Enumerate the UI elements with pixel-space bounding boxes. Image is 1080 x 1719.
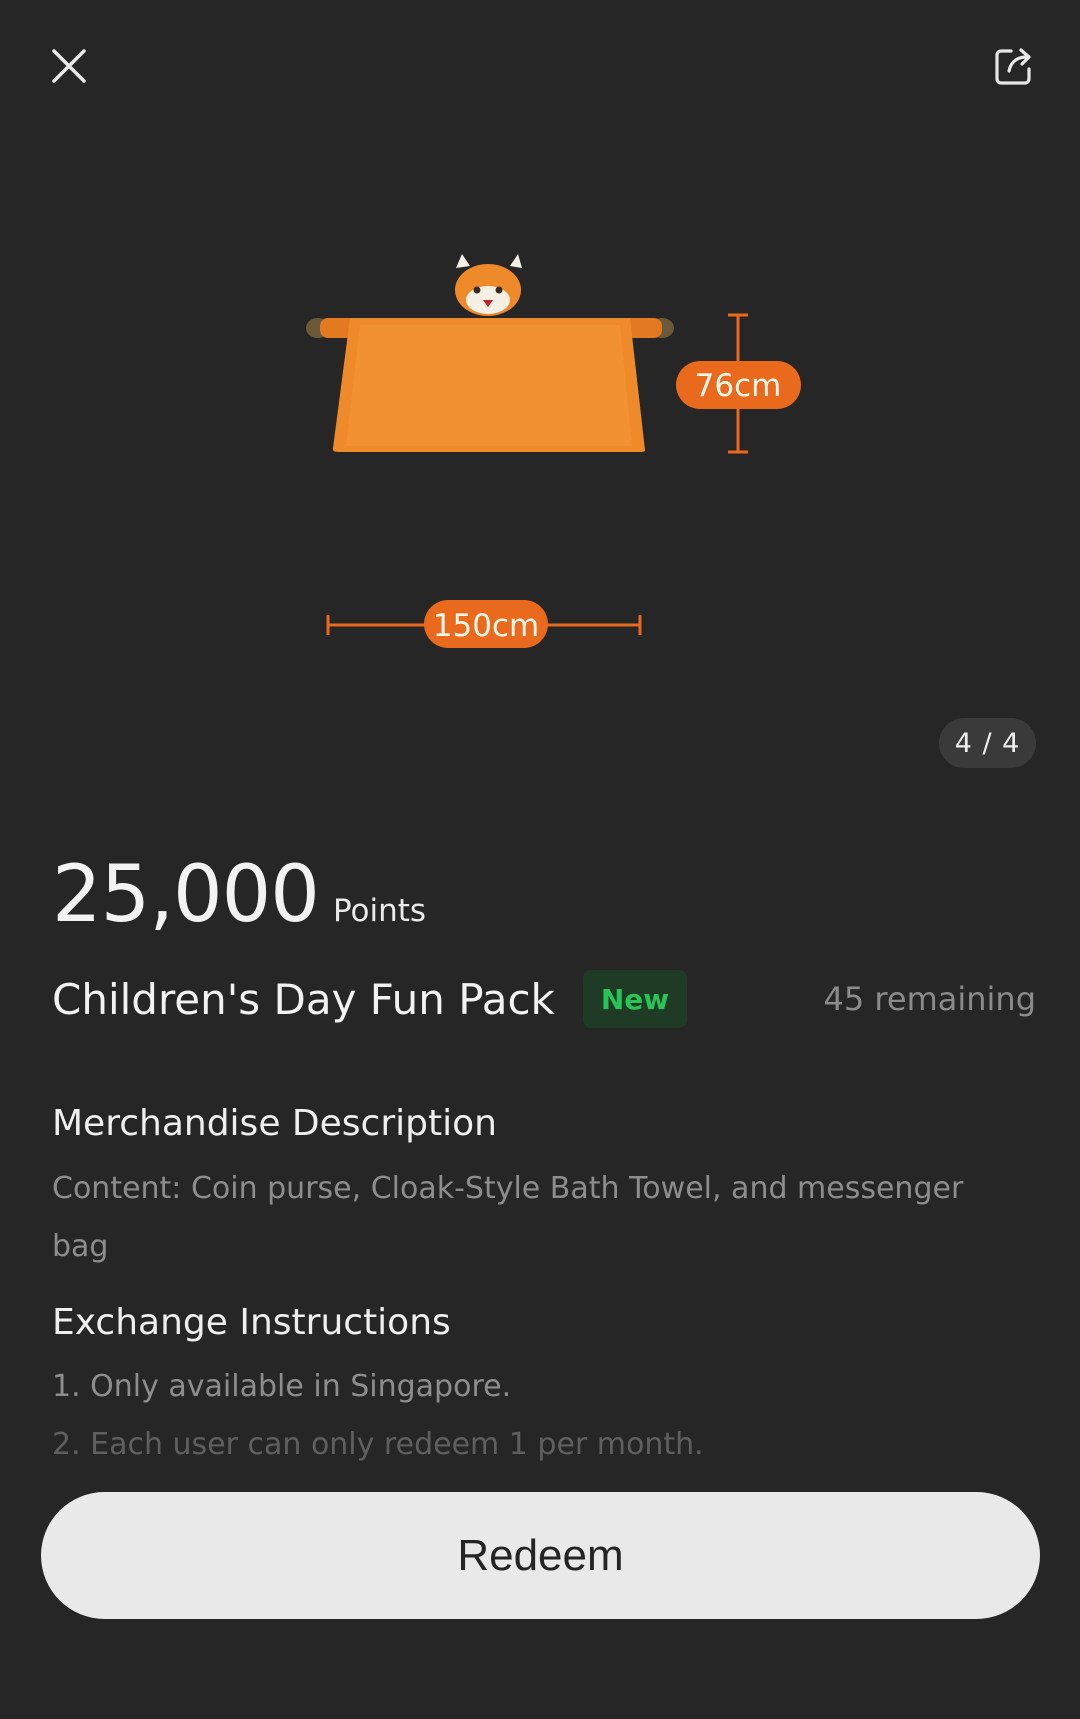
price-row: 25,000 Points <box>52 850 426 940</box>
price-unit: Points <box>332 893 427 929</box>
product-title: Children's Day Fun Pack <box>52 974 555 1024</box>
price-value: 25,000 <box>52 850 320 940</box>
instruction-item: 2. Each user can only redeem 1 per month… <box>52 1427 704 1462</box>
share-button[interactable] <box>978 30 1050 102</box>
image-counter: 4 / 4 <box>939 718 1036 768</box>
description-text: Content: Coin purse, Cloak-Style Bath To… <box>52 1171 964 1264</box>
product-image: 76cm 150cm <box>306 254 801 648</box>
instructions-list: 1. Only available in Singapore. 2. Each … <box>52 1358 1020 1474</box>
share-icon <box>995 48 1031 85</box>
title-row: Children's Day Fun Pack New 45 remaining <box>52 965 1036 1033</box>
instruction-item: 1. Only available in Singapore. <box>52 1369 512 1404</box>
new-badge: New <box>582 970 688 1028</box>
instructions-heading: Exchange Instructions <box>52 1302 451 1343</box>
close-button[interactable] <box>33 30 105 102</box>
close-icon <box>52 49 86 83</box>
description-heading: Merchandise Description <box>52 1103 497 1144</box>
remaining-count: 45 remaining <box>823 980 1036 1018</box>
redeem-button[interactable]: Redeem <box>41 1492 1040 1619</box>
height-dimension-label: 76cm <box>695 368 782 404</box>
product-image-gallery[interactable]: 76cm 150cm <box>0 150 1080 790</box>
width-dimension-label: 150cm <box>433 608 539 644</box>
